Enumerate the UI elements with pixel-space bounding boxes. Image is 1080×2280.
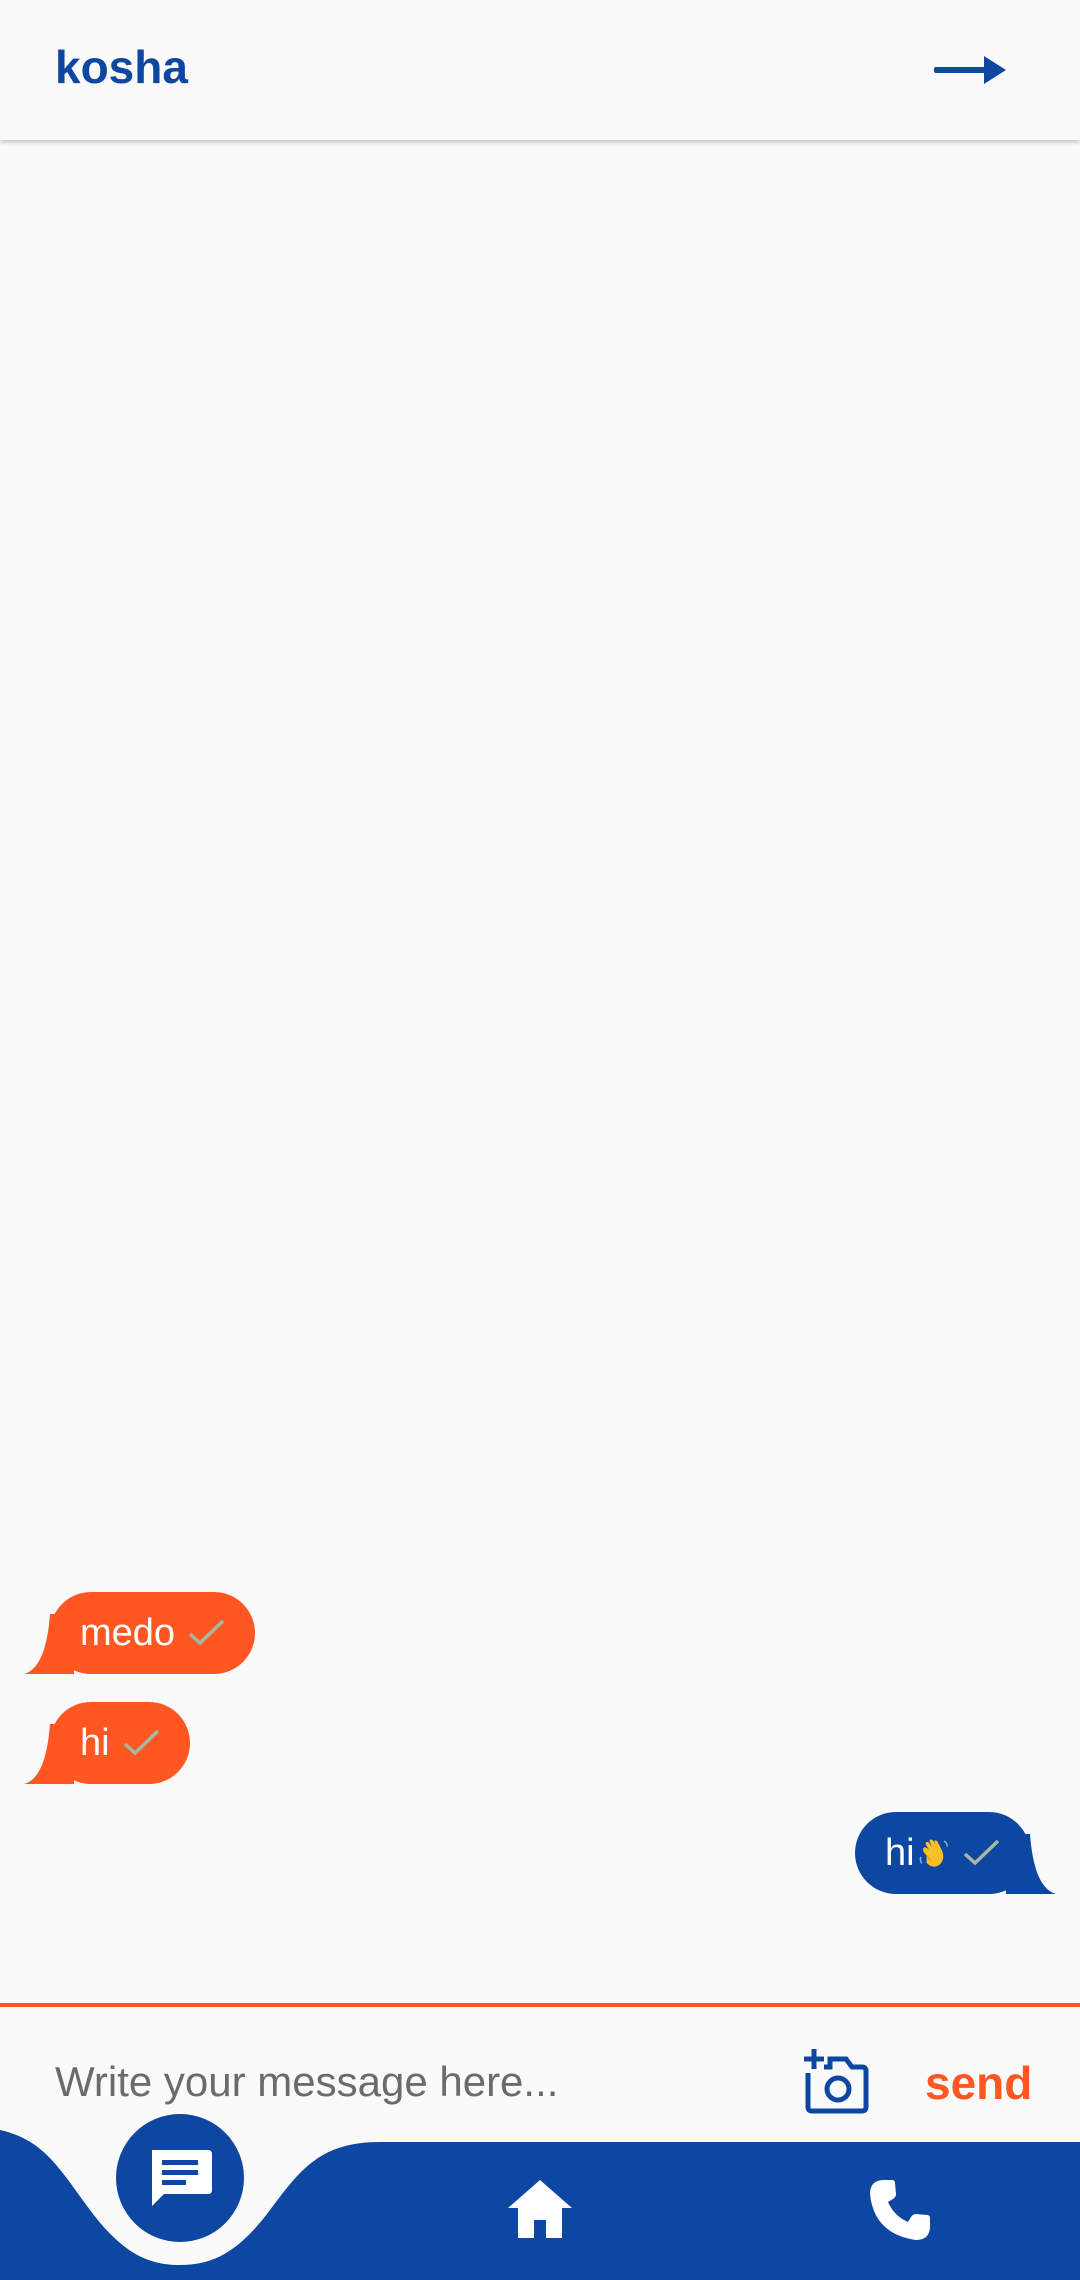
- message-bubble-incoming[interactable]: hi: [24, 1702, 190, 1784]
- message-bubble-incoming[interactable]: medo: [24, 1592, 256, 1674]
- waving-hand-icon: [919, 1839, 948, 1867]
- check-icon: [187, 1618, 227, 1648]
- check-icon: [122, 1728, 162, 1758]
- bubble-tail: [24, 1614, 74, 1674]
- bubble-tail: [24, 1724, 74, 1784]
- check-icon: [962, 1838, 1002, 1868]
- app-bar: kosha: [0, 0, 1080, 140]
- send-button[interactable]: send: [925, 2047, 1032, 2119]
- message-text: hi: [885, 1831, 915, 1874]
- add-photo-camera-icon: [804, 2049, 869, 2114]
- message-text: hi: [80, 1721, 110, 1764]
- phone-icon: [870, 2180, 930, 2240]
- nav-phone-button[interactable]: [850, 2160, 950, 2260]
- bubble-tail: [1006, 1834, 1056, 1894]
- message-input[interactable]: [55, 2047, 755, 2117]
- home-icon: [508, 2180, 572, 2238]
- nav-chat-button[interactable]: [116, 2114, 244, 2242]
- chat-title: kosha: [55, 41, 188, 93]
- arrow-right-icon: [934, 56, 1006, 84]
- message-text: medo: [80, 1611, 176, 1654]
- chat-screen: kosha medo hi hi Write your message here…: [0, 0, 1080, 2280]
- chat-icon: [152, 2150, 212, 2206]
- bottom-navigation: [0, 2114, 1080, 2280]
- add-photo-button[interactable]: [800, 2045, 872, 2117]
- nav-home-button[interactable]: [490, 2160, 590, 2260]
- message-bubble-outgoing[interactable]: hi: [855, 1812, 1056, 1894]
- forward-button[interactable]: [920, 30, 1020, 110]
